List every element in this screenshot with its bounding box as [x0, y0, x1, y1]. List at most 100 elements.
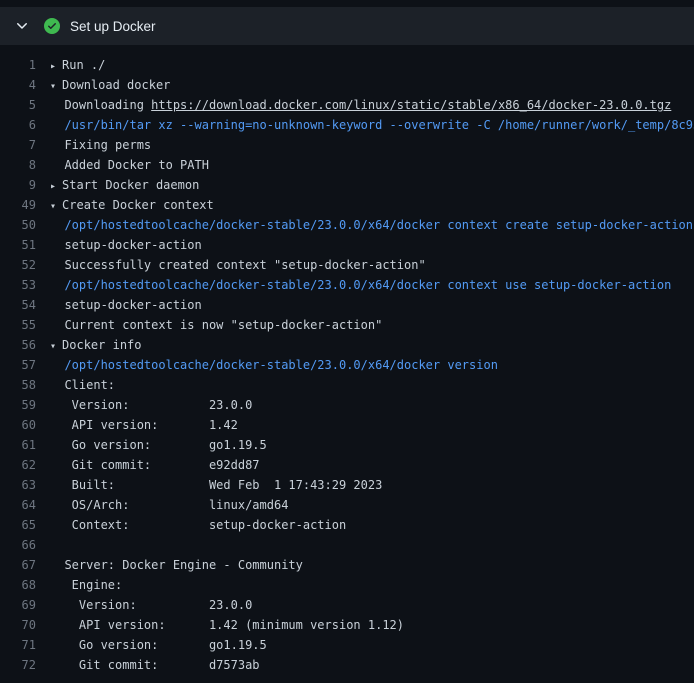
line-number[interactable]: 9 — [0, 175, 50, 195]
log-text: Added Docker to PATH — [50, 158, 209, 172]
line-number[interactable]: 51 — [0, 235, 50, 255]
step-title: Set up Docker — [70, 19, 156, 34]
line-number[interactable]: 5 — [0, 95, 50, 115]
line-number[interactable]: 61 — [0, 435, 50, 455]
log-command-text: /opt/hostedtoolcache/docker-stable/23.0.… — [50, 218, 693, 232]
log-line: 65 Context: setup-docker-action — [0, 515, 694, 535]
log-line-content: OS/Arch: linux/amd64 — [50, 495, 694, 515]
log-text: setup-docker-action — [50, 238, 202, 252]
log-line-content[interactable]: ▸Run ./ — [50, 55, 694, 75]
log-line: 55 Current context is now "setup-docker-… — [0, 315, 694, 335]
line-number[interactable]: 60 — [0, 415, 50, 435]
line-number[interactable]: 49 — [0, 195, 50, 215]
line-number[interactable]: 52 — [0, 255, 50, 275]
line-number[interactable]: 58 — [0, 375, 50, 395]
line-number[interactable]: 4 — [0, 75, 50, 95]
log-text: Current context is now "setup-docker-act… — [50, 318, 382, 332]
log-line-content[interactable]: ▸Start Docker daemon — [50, 175, 694, 195]
line-number[interactable]: 55 — [0, 315, 50, 335]
check-circle-icon — [44, 18, 60, 34]
line-number[interactable]: 67 — [0, 555, 50, 575]
log-line-content: Context: setup-docker-action — [50, 515, 694, 535]
actions-log-page: Set up Docker 1▸Run ./4▾Download docker5… — [0, 0, 694, 683]
log-text: API version: 1.42 (minimum version 1.12) — [50, 618, 404, 632]
line-number[interactable]: 65 — [0, 515, 50, 535]
collapse-arrow-icon[interactable]: ▾ — [50, 77, 62, 95]
log-line: 72 Git commit: d7573ab — [0, 655, 694, 675]
log-text: Download docker — [62, 78, 170, 92]
log-line: 53 /opt/hostedtoolcache/docker-stable/23… — [0, 275, 694, 295]
log-lines: 1▸Run ./4▾Download docker5 Downloading h… — [0, 45, 694, 675]
collapse-arrow-icon[interactable]: ▾ — [50, 197, 62, 215]
line-number[interactable]: 68 — [0, 575, 50, 595]
log-link[interactable]: https://download.docker.com/linux/static… — [151, 98, 671, 112]
log-line-content: Go version: go1.19.5 — [50, 435, 694, 455]
line-number[interactable]: 50 — [0, 215, 50, 235]
log-line: 49▾Create Docker context — [0, 195, 694, 215]
line-number[interactable]: 71 — [0, 635, 50, 655]
log-line-content: Engine: — [50, 575, 694, 595]
line-number[interactable]: 8 — [0, 155, 50, 175]
log-text: Client: — [50, 378, 115, 392]
expand-arrow-icon[interactable]: ▸ — [50, 177, 62, 195]
log-line-content: Added Docker to PATH — [50, 155, 694, 175]
log-line-content: Version: 23.0.0 — [50, 595, 694, 615]
log-text: Start Docker daemon — [62, 178, 199, 192]
log-line-content[interactable]: ▾Create Docker context — [50, 195, 694, 215]
line-number[interactable]: 1 — [0, 55, 50, 75]
line-number[interactable]: 62 — [0, 455, 50, 475]
log-line-content: Go version: go1.19.5 — [50, 635, 694, 655]
log-text: Downloading — [50, 98, 151, 112]
log-line: 57 /opt/hostedtoolcache/docker-stable/23… — [0, 355, 694, 375]
log-line-content: Git commit: e92dd87 — [50, 455, 694, 475]
chevron-down-icon[interactable] — [14, 18, 30, 34]
log-text: Docker info — [62, 338, 141, 352]
step-header[interactable]: Set up Docker — [0, 7, 694, 45]
log-line: 58 Client: — [0, 375, 694, 395]
log-text: Go version: go1.19.5 — [50, 438, 267, 452]
log-line: 8 Added Docker to PATH — [0, 155, 694, 175]
line-number[interactable]: 56 — [0, 335, 50, 355]
line-number[interactable]: 63 — [0, 475, 50, 495]
log-line: 69 Version: 23.0.0 — [0, 595, 694, 615]
log-line-content: Successfully created context "setup-dock… — [50, 255, 694, 275]
log-text: Go version: go1.19.5 — [50, 638, 267, 652]
log-line: 54 setup-docker-action — [0, 295, 694, 315]
log-line-content: /opt/hostedtoolcache/docker-stable/23.0.… — [50, 275, 694, 295]
log-line-content: Built: Wed Feb 1 17:43:29 2023 — [50, 475, 694, 495]
line-number[interactable]: 59 — [0, 395, 50, 415]
log-line: 1▸Run ./ — [0, 55, 694, 75]
log-text: API version: 1.42 — [50, 418, 238, 432]
line-number[interactable]: 54 — [0, 295, 50, 315]
log-text: setup-docker-action — [50, 298, 202, 312]
line-number[interactable]: 64 — [0, 495, 50, 515]
log-line: 62 Git commit: e92dd87 — [0, 455, 694, 475]
log-text: Version: 23.0.0 — [50, 398, 252, 412]
log-line-content: Current context is now "setup-docker-act… — [50, 315, 694, 335]
log-line-content: Client: — [50, 375, 694, 395]
line-number[interactable]: 6 — [0, 115, 50, 135]
line-number[interactable]: 7 — [0, 135, 50, 155]
log-line: 5 Downloading https://download.docker.co… — [0, 95, 694, 115]
log-text: Create Docker context — [62, 198, 214, 212]
line-number[interactable]: 66 — [0, 535, 50, 555]
log-line-content: Fixing perms — [50, 135, 694, 155]
log-line: 51 setup-docker-action — [0, 235, 694, 255]
log-line: 52 Successfully created context "setup-d… — [0, 255, 694, 275]
line-number[interactable]: 69 — [0, 595, 50, 615]
log-line: 68 Engine: — [0, 575, 694, 595]
log-line-content[interactable]: ▾Download docker — [50, 75, 694, 95]
log-line-content[interactable]: ▾Docker info — [50, 335, 694, 355]
collapse-arrow-icon[interactable]: ▾ — [50, 337, 62, 355]
log-text: Git commit: d7573ab — [50, 658, 260, 672]
log-line: 71 Go version: go1.19.5 — [0, 635, 694, 655]
expand-arrow-icon[interactable]: ▸ — [50, 57, 62, 75]
line-number[interactable]: 53 — [0, 275, 50, 295]
line-number[interactable]: 72 — [0, 655, 50, 675]
line-number[interactable]: 70 — [0, 615, 50, 635]
log-line-content: setup-docker-action — [50, 235, 694, 255]
log-text: Fixing perms — [50, 138, 151, 152]
log-line-content: Server: Docker Engine - Community — [50, 555, 694, 575]
line-number[interactable]: 57 — [0, 355, 50, 375]
log-line: 4▾Download docker — [0, 75, 694, 95]
